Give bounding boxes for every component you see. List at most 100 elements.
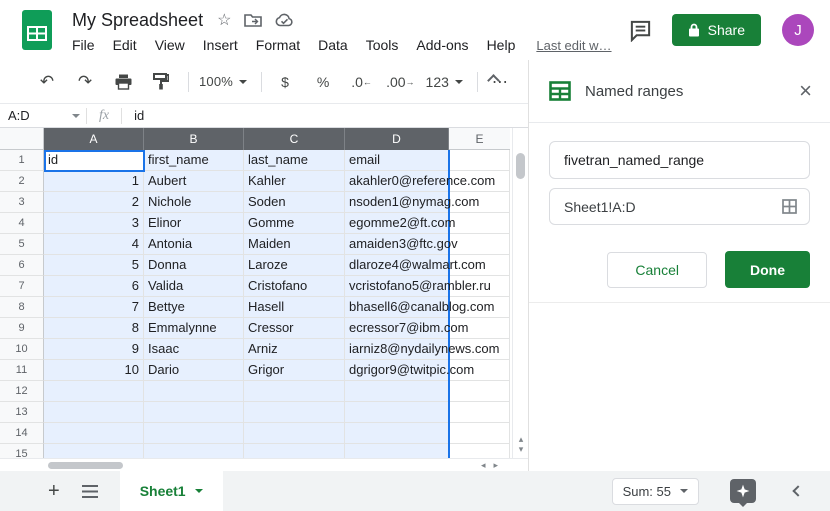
cell-C9[interactable]: Cressor	[244, 318, 345, 339]
cell-A1[interactable]: id	[44, 150, 144, 171]
menu-item-view[interactable]: View	[146, 35, 194, 55]
cell-D4[interactable]: egomme2@ft.com	[345, 213, 449, 234]
cell-C15[interactable]	[244, 444, 345, 458]
cell-B4[interactable]: Elinor	[144, 213, 244, 234]
row-header-5[interactable]: 5	[0, 234, 44, 255]
row-header-11[interactable]: 11	[0, 360, 44, 381]
decrease-decimal-icon[interactable]: .0←	[348, 69, 374, 95]
cell-A12[interactable]	[44, 381, 144, 402]
select-data-range-icon[interactable]	[782, 199, 797, 214]
last-edit-link[interactable]: Last edit w…	[536, 38, 611, 53]
share-button[interactable]: Share	[672, 14, 761, 46]
cell-C4[interactable]: Gomme	[244, 213, 345, 234]
cell-A3[interactable]: 2	[44, 192, 144, 213]
cell-B1[interactable]: first_name	[144, 150, 244, 171]
cell-D15[interactable]	[345, 444, 449, 458]
cell-A11[interactable]: 10	[44, 360, 144, 381]
cell-B5[interactable]: Antonia	[144, 234, 244, 255]
row-header-1[interactable]: 1	[0, 150, 44, 171]
cell-D3[interactable]: nsoden1@nymag.com	[345, 192, 449, 213]
name-box[interactable]: A:D	[0, 108, 86, 123]
cell-D13[interactable]	[345, 402, 449, 423]
cell-E12[interactable]	[449, 381, 510, 402]
cell-A13[interactable]	[44, 402, 144, 423]
format-percent-icon[interactable]: %	[310, 69, 336, 95]
cell-B7[interactable]: Valida	[144, 276, 244, 297]
collapse-panel-chevron-icon[interactable]	[792, 485, 803, 496]
cell-D5[interactable]: amaiden3@ftc.gov	[345, 234, 449, 255]
cell-B10[interactable]: Isaac	[144, 339, 244, 360]
cell-C5[interactable]: Maiden	[244, 234, 345, 255]
cell-B8[interactable]: Bettye	[144, 297, 244, 318]
sheets-logo-icon[interactable]	[22, 10, 52, 50]
cell-D12[interactable]	[345, 381, 449, 402]
cell-C6[interactable]: Laroze	[244, 255, 345, 276]
cell-C8[interactable]: Hasell	[244, 297, 345, 318]
row-header-12[interactable]: 12	[0, 381, 44, 402]
cell-D7[interactable]: vcristofano5@rambler.ru	[345, 276, 449, 297]
cell-A8[interactable]: 7	[44, 297, 144, 318]
increase-decimal-icon[interactable]: .00→	[386, 69, 413, 95]
menu-item-help[interactable]: Help	[478, 35, 525, 55]
cell-B3[interactable]: Nichole	[144, 192, 244, 213]
cell-C3[interactable]: Soden	[244, 192, 345, 213]
cell-E13[interactable]	[449, 402, 510, 423]
cell-C13[interactable]	[244, 402, 345, 423]
horizontal-scrollbar[interactable]: ◂▸	[0, 458, 528, 471]
number-format-menu[interactable]: 123	[426, 69, 463, 95]
cell-A15[interactable]	[44, 444, 144, 458]
all-sheets-icon[interactable]	[82, 485, 98, 498]
menu-item-tools[interactable]: Tools	[357, 35, 408, 55]
row-header-10[interactable]: 10	[0, 339, 44, 360]
cell-B12[interactable]	[144, 381, 244, 402]
cell-A14[interactable]	[44, 423, 144, 444]
vertical-scroll-arrows[interactable]: ▴▾	[513, 434, 528, 454]
cloud-status-icon[interactable]	[275, 13, 294, 27]
row-header-3[interactable]: 3	[0, 192, 44, 213]
row-header-7[interactable]: 7	[0, 276, 44, 297]
format-currency-icon[interactable]: $	[272, 69, 298, 95]
row-header-8[interactable]: 8	[0, 297, 44, 318]
cell-C14[interactable]	[244, 423, 345, 444]
column-header-c[interactable]: C	[244, 128, 345, 150]
row-header-13[interactable]: 13	[0, 402, 44, 423]
paint-format-icon[interactable]	[148, 69, 174, 95]
explore-button[interactable]	[730, 479, 756, 503]
row-header-14[interactable]: 14	[0, 423, 44, 444]
star-icon[interactable]: ☆	[217, 10, 231, 30]
cancel-button[interactable]: Cancel	[607, 252, 707, 288]
cell-C11[interactable]: Grigor	[244, 360, 345, 381]
cell-D14[interactable]	[345, 423, 449, 444]
menu-item-edit[interactable]: Edit	[104, 35, 146, 55]
print-icon[interactable]	[110, 69, 136, 95]
cell-B11[interactable]: Dario	[144, 360, 244, 381]
cell-D2[interactable]: akahler0@reference.com	[345, 171, 449, 192]
zoom-select[interactable]: 100%	[199, 69, 247, 95]
cell-A4[interactable]: 3	[44, 213, 144, 234]
cell-A2[interactable]: 1	[44, 171, 144, 192]
row-header-6[interactable]: 6	[0, 255, 44, 276]
cell-B15[interactable]	[144, 444, 244, 458]
cell-D9[interactable]: ecressor7@ibm.com	[345, 318, 449, 339]
cell-C10[interactable]: Arniz	[244, 339, 345, 360]
undo-icon[interactable]: ↶	[34, 69, 60, 95]
cell-B9[interactable]: Emmalynne	[144, 318, 244, 339]
cell-C2[interactable]: Kahler	[244, 171, 345, 192]
horizontal-scrollbar-thumb[interactable]	[48, 462, 123, 469]
menu-item-file[interactable]: File	[72, 35, 104, 55]
cell-C7[interactable]: Cristofano	[244, 276, 345, 297]
row-header-2[interactable]: 2	[0, 171, 44, 192]
menu-item-data[interactable]: Data	[309, 35, 357, 55]
horizontal-scroll-arrows[interactable]: ◂▸	[481, 460, 506, 471]
row-header-9[interactable]: 9	[0, 318, 44, 339]
cell-A7[interactable]: 6	[44, 276, 144, 297]
menu-item-addons[interactable]: Add-ons	[407, 35, 477, 55]
cell-C1[interactable]: last_name	[244, 150, 345, 171]
cell-B6[interactable]: Donna	[144, 255, 244, 276]
cell-E14[interactable]	[449, 423, 510, 444]
cell-E5[interactable]	[449, 234, 510, 255]
column-header-e[interactable]: E	[449, 128, 510, 150]
add-sheet-icon[interactable]: +	[48, 482, 60, 500]
cell-A6[interactable]: 5	[44, 255, 144, 276]
move-folder-icon[interactable]	[244, 13, 262, 27]
